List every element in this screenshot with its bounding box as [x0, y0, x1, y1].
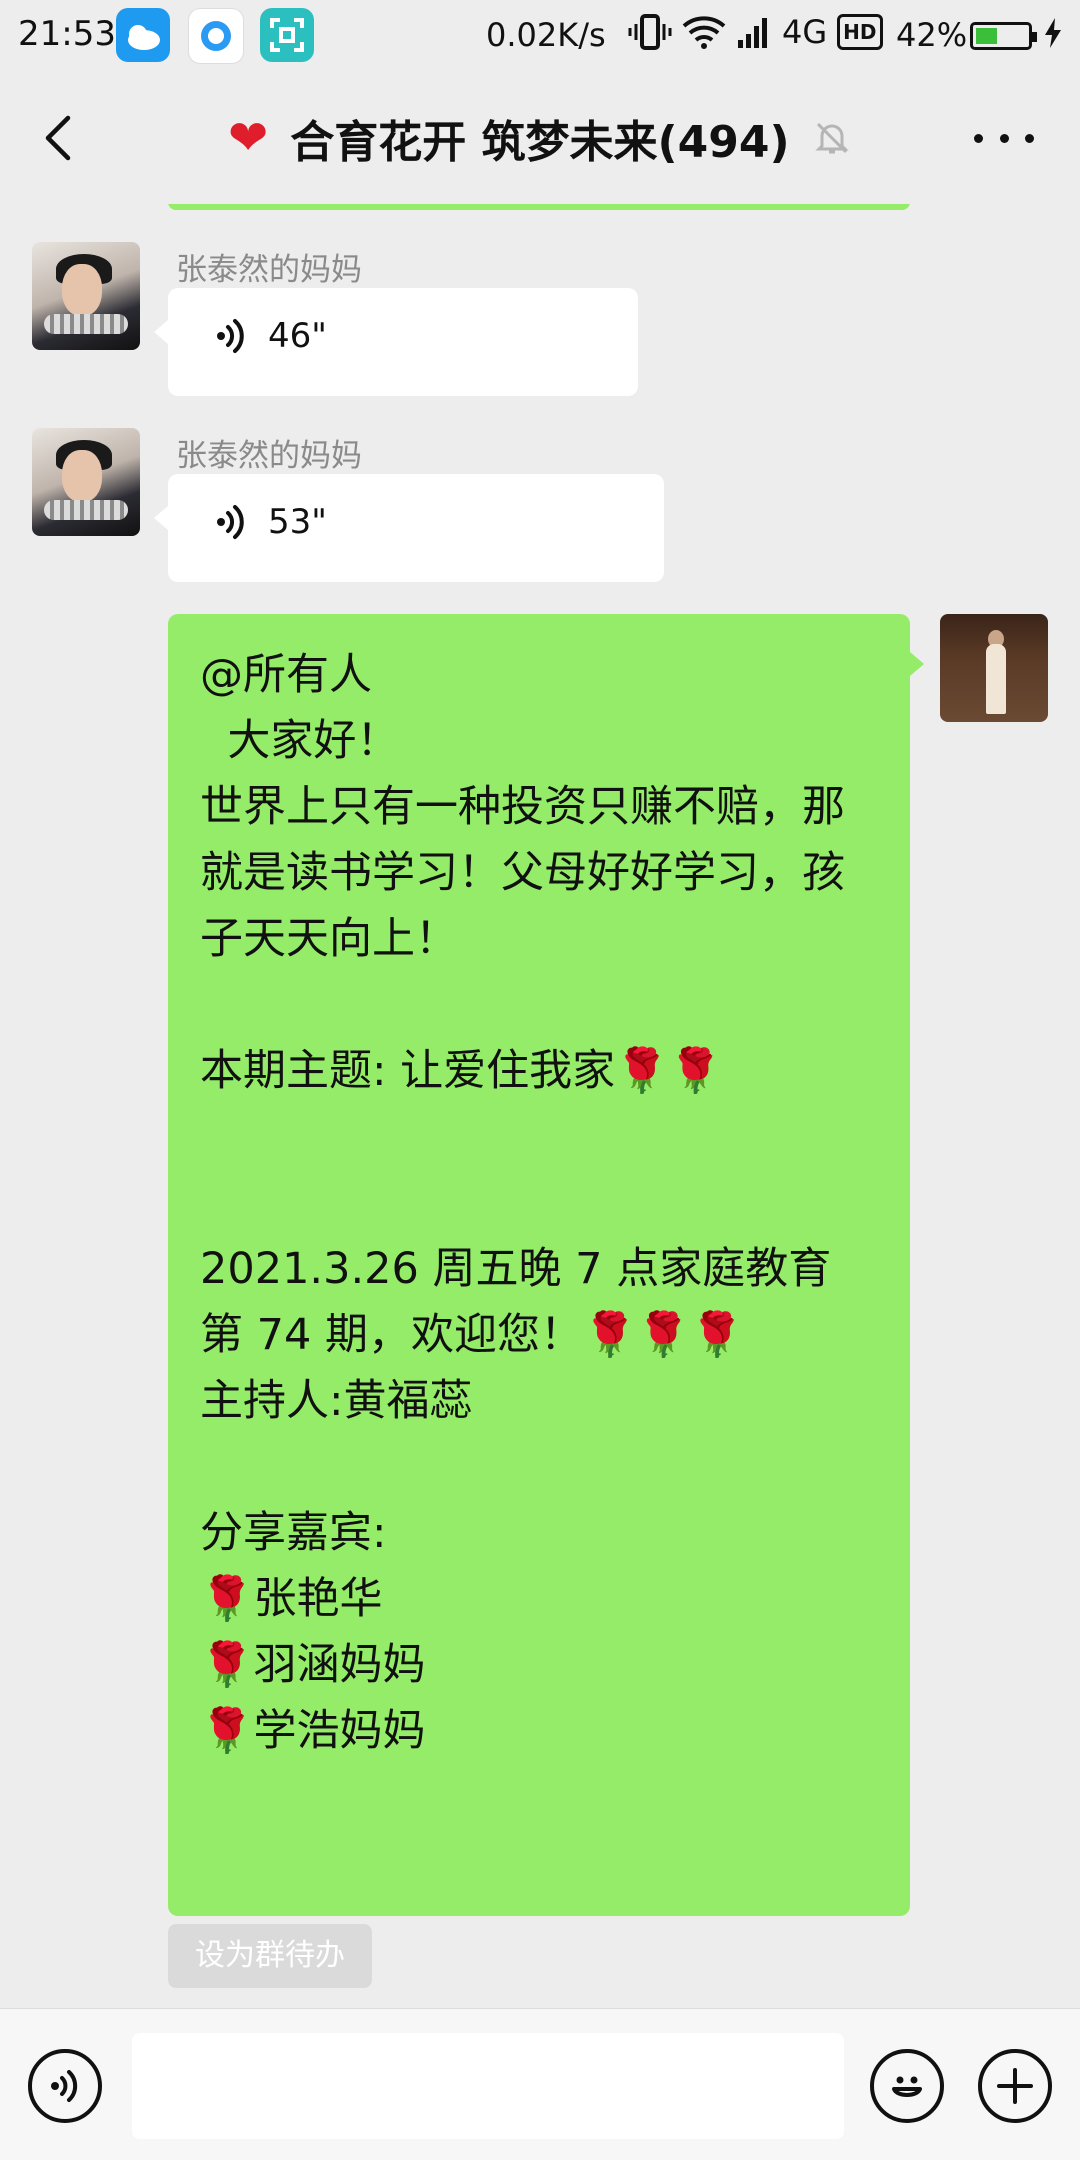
text-message[interactable]: @所有人 大家好！ 世界上只有一种投资只赚不赔，那就是读书学习！父母好好学习，孩… [168, 614, 924, 1916]
net-speed: 0.02K/s [486, 16, 606, 54]
chat-area[interactable]: 张泰然的妈妈 46" 张泰然的妈妈 53" @所有人 大家好！ 世界上只有一种投… [0, 204, 1080, 2008]
more-functions-button[interactable] [978, 2049, 1052, 2123]
input-bar [0, 2008, 1080, 2160]
message-text: @所有人 大家好！ 世界上只有一种投资只赚不赔，那就是读书学习！父母好好学习，孩… [200, 650, 845, 1756]
status-time: 21:53 [18, 14, 116, 54]
status-icons: 4G HD [628, 12, 883, 52]
sender-avatar[interactable] [32, 242, 140, 350]
back-icon[interactable] [30, 108, 90, 168]
sender-name: 张泰然的妈妈 [176, 252, 362, 288]
mute-bell-icon [812, 118, 852, 158]
voice-input-toggle[interactable] [28, 2049, 102, 2123]
network-type: 4G [782, 13, 828, 51]
voice-message[interactable]: 46" [154, 288, 638, 396]
signal-icon [738, 18, 767, 48]
battery-percent: 42% [896, 16, 968, 54]
previous-message-bubble [168, 204, 910, 210]
plus-icon [997, 2068, 1033, 2104]
own-avatar[interactable] [940, 614, 1048, 722]
status-bar: 21:53 0.02K/s 4G HD 42% [0, 0, 1080, 72]
nav-bar: ❤ 合育花开 筑梦未来(494) [0, 72, 1080, 204]
sender-name: 张泰然的妈妈 [176, 438, 362, 474]
voice-wave-icon [217, 505, 244, 539]
voice-duration: 46" [268, 316, 327, 356]
vibrate-icon [628, 14, 672, 50]
message-input[interactable] [132, 2033, 844, 2139]
voice-message[interactable]: 53" [154, 474, 664, 582]
set-group-todo-button[interactable]: 设为群待办 [168, 1924, 372, 1988]
chat-title: ❤ 合育花开 筑梦未来(494) [228, 102, 852, 174]
charging-icon [1042, 16, 1064, 58]
voice-duration: 53" [268, 502, 327, 542]
emoji-button[interactable] [870, 2049, 944, 2123]
sender-avatar[interactable] [32, 428, 140, 536]
qq-app-icon [188, 8, 244, 64]
voice-wave-icon [217, 319, 244, 353]
hd-badge: HD [837, 14, 883, 50]
battery-icon [970, 22, 1037, 50]
scan-app-icon [260, 8, 314, 62]
more-options-icon[interactable] [974, 112, 1034, 164]
wifi-icon [682, 16, 726, 49]
emoji-icon [892, 2076, 922, 2097]
group-title: 合育花开 筑梦未来(494) [290, 117, 790, 168]
voice-input-icon [51, 2070, 78, 2102]
heart-icon: ❤ [228, 110, 269, 166]
weather-app-icon [116, 8, 170, 62]
battery-fill [976, 28, 997, 44]
